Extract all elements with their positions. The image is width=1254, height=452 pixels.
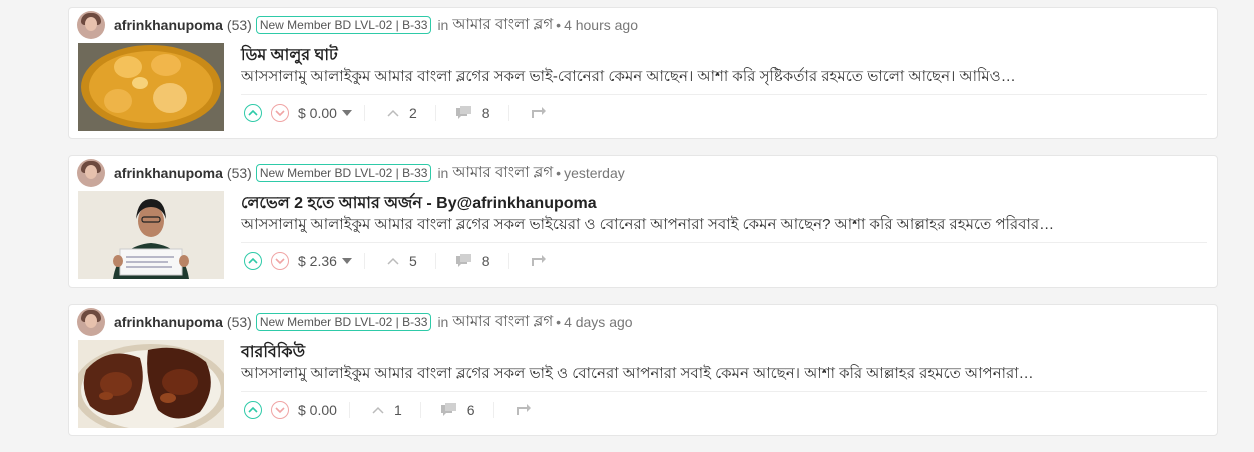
comments-count[interactable]: 6 [421, 402, 494, 418]
post-time[interactable]: yesterday [564, 165, 625, 181]
comments-value: 8 [481, 105, 490, 121]
post-excerpt[interactable]: আসসালামু আলাইকুম আমার বাংলা ব্লগের সকল ভ… [241, 213, 1201, 238]
post-thumbnail[interactable] [78, 191, 224, 279]
comments-value: 6 [466, 402, 475, 418]
reblog-icon [516, 404, 531, 415]
community-link[interactable]: আমার বাংলা ব্লগ [452, 310, 553, 335]
author-name[interactable]: afrinkhanupoma [114, 165, 223, 181]
post-time[interactable]: 4 days ago [564, 314, 633, 330]
comments-value: 8 [481, 253, 490, 269]
in-label: in [437, 17, 449, 33]
comments-icon [440, 403, 456, 416]
avatar[interactable] [77, 308, 105, 336]
payout-value: $ 0.00 [298, 402, 337, 418]
comments-count[interactable]: 8 [436, 253, 509, 269]
payout-value: $ 0.00 [298, 105, 337, 121]
chevron-up-icon [387, 109, 399, 117]
chevron-down-circle-icon[interactable] [271, 252, 289, 270]
chevron-down-circle-icon[interactable] [271, 401, 289, 419]
separator-dot: • [556, 314, 562, 330]
post-header: afrinkhanupoma (53) New Member BD LVL-02… [77, 308, 633, 336]
payout-dropdown[interactable]: $ 2.36 [298, 253, 365, 269]
comments-icon [455, 254, 471, 267]
post-excerpt[interactable]: আসসালামু আলাইকুম আমার বাংলা ব্লগের সকল ভ… [241, 65, 1201, 90]
post-excerpt[interactable]: আসসালামু আলাইকুম আমার বাংলা ব্লগের সকল ভ… [241, 362, 1201, 387]
reblog-button[interactable] [509, 254, 547, 268]
community-link[interactable]: আমার বাংলা ব্লগ [452, 13, 553, 38]
reblog-icon [531, 107, 546, 118]
post-header: afrinkhanupoma (53) New Member BD LVL-02… [77, 11, 638, 39]
payout-value-static[interactable]: $ 0.00 [298, 402, 350, 418]
chevron-up-circle-icon[interactable] [244, 401, 262, 419]
author-name[interactable]: afrinkhanupoma [114, 314, 223, 330]
chevron-down-circle-icon[interactable] [271, 104, 289, 122]
chevron-up-circle-icon[interactable] [244, 104, 262, 122]
caret-down-icon [341, 258, 352, 264]
post-card: afrinkhanupoma (53) New Member BD LVL-02… [68, 7, 1218, 139]
chevron-up-circle-icon[interactable] [244, 252, 262, 270]
post-actions: $ 0.00 2 8 [244, 102, 547, 124]
avatar[interactable] [77, 159, 105, 187]
author-reputation: (53) [226, 165, 252, 181]
member-badge: New Member BD LVL-02 | B-33 [255, 313, 432, 331]
separator-dot: • [556, 165, 562, 181]
author-name[interactable]: afrinkhanupoma [114, 17, 223, 33]
reblog-button[interactable] [509, 106, 547, 120]
avatar[interactable] [77, 11, 105, 39]
payout-value: $ 2.36 [298, 253, 337, 269]
member-badge: New Member BD LVL-02 | B-33 [255, 16, 432, 34]
post-thumbnail[interactable] [78, 340, 224, 428]
votes-value: 5 [408, 253, 417, 269]
votes-count[interactable]: 1 [350, 402, 421, 418]
votes-value: 2 [408, 105, 417, 121]
votes-count[interactable]: 5 [365, 253, 436, 269]
chevron-up-icon [387, 257, 399, 265]
author-reputation: (53) [226, 17, 252, 33]
author-reputation: (53) [226, 314, 252, 330]
post-actions: $ 2.36 5 8 [244, 250, 547, 272]
post-card: afrinkhanupoma (53) New Member BD LVL-02… [68, 304, 1218, 436]
reblog-button[interactable] [494, 403, 532, 417]
post-feed: afrinkhanupoma (53) New Member BD LVL-02… [68, 7, 1218, 452]
votes-count[interactable]: 2 [365, 105, 436, 121]
in-label: in [437, 314, 449, 330]
comments-icon [455, 106, 471, 119]
votes-value: 1 [393, 402, 402, 418]
chevron-up-icon [372, 406, 384, 414]
comments-count[interactable]: 8 [436, 105, 509, 121]
payout-dropdown[interactable]: $ 0.00 [298, 105, 365, 121]
post-card: afrinkhanupoma (53) New Member BD LVL-02… [68, 155, 1218, 288]
in-label: in [437, 165, 449, 181]
separator-dot: • [556, 17, 562, 33]
divider [241, 391, 1207, 392]
community-link[interactable]: আমার বাংলা ব্লগ [452, 161, 553, 186]
divider [241, 94, 1207, 95]
member-badge: New Member BD LVL-02 | B-33 [255, 164, 432, 182]
caret-down-icon [341, 110, 352, 116]
post-header: afrinkhanupoma (53) New Member BD LVL-02… [77, 159, 625, 187]
post-time[interactable]: 4 hours ago [564, 17, 638, 33]
post-actions: $ 0.00 1 6 [244, 399, 532, 421]
divider [241, 242, 1207, 243]
post-thumbnail[interactable] [78, 43, 224, 131]
reblog-icon [531, 255, 546, 266]
